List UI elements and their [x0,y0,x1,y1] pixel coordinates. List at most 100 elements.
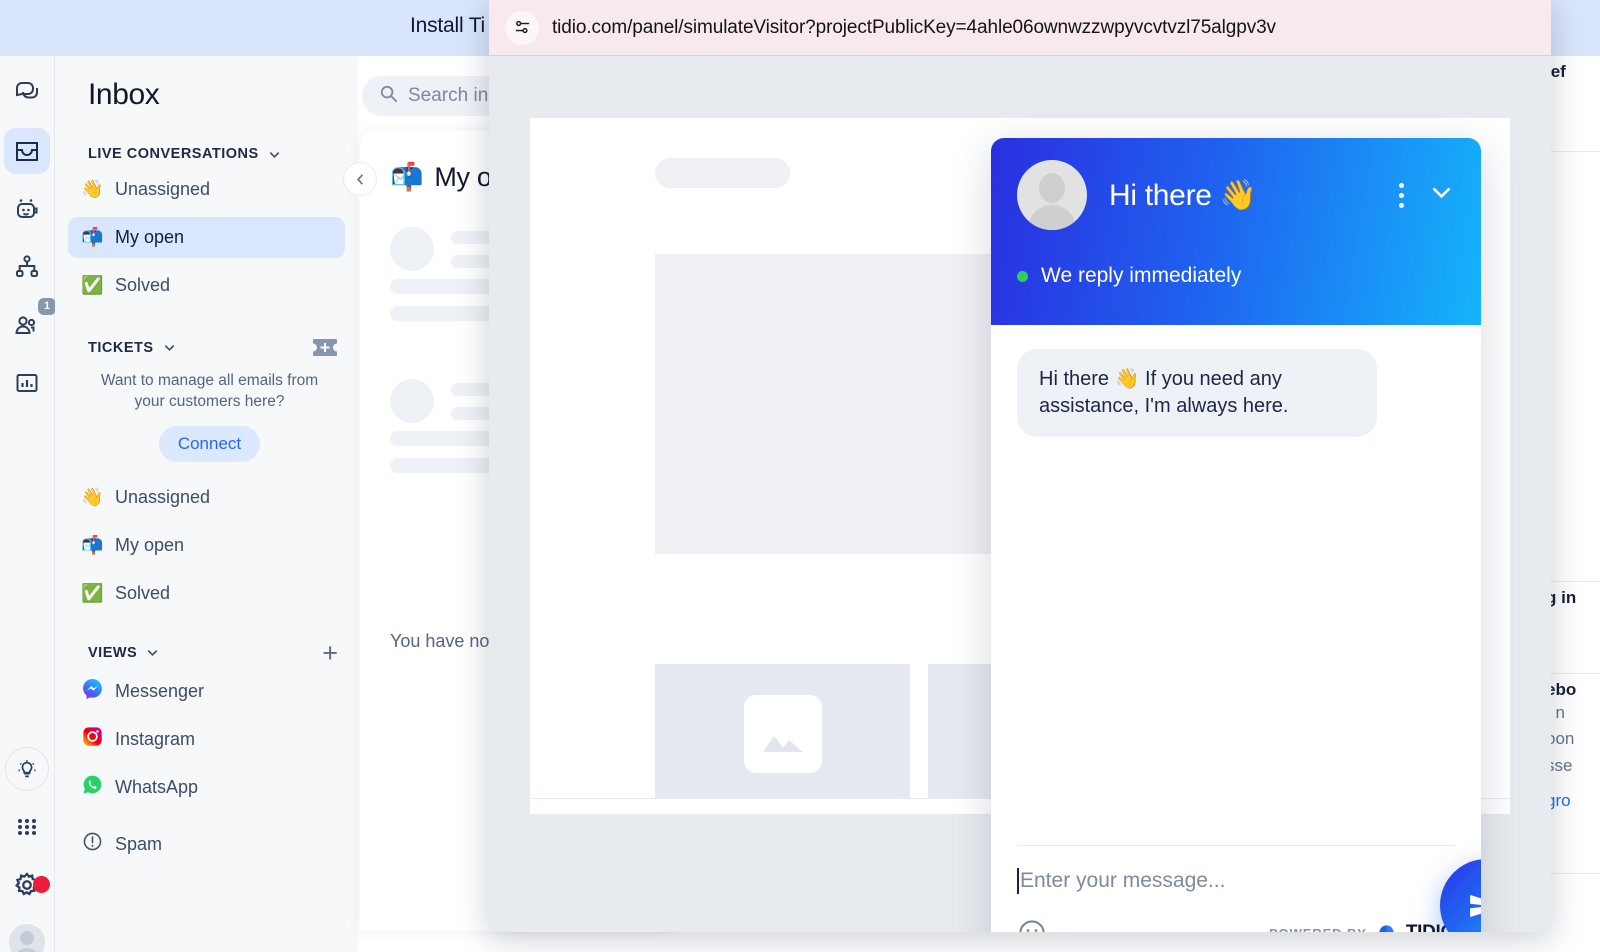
chevron-down-icon[interactable] [145,645,160,660]
section-title: LIVE CONVERSATIONS [88,146,259,162]
chats-icon[interactable] [4,70,50,116]
visitor-simulator-window: tidio.com/panel/simulateVisitor?projectP… [489,0,1551,932]
section-live-conversations[interactable]: LIVE CONVERSATIONS [55,146,358,162]
skeleton-avatar [390,379,434,423]
section-title: TICKETS [88,339,154,356]
ticket-item-unassigned[interactable]: 👋 Unassigned [68,477,345,518]
contacts-badge: 1 [38,298,56,315]
section-views[interactable]: VIEWS + [55,639,358,666]
right-heading: ebo [1546,680,1577,699]
right-link[interactable]: gro [1546,791,1600,811]
chat-widget: Hi there 👋 We reply immediately Hi there… [991,138,1481,932]
lightbulb-icon[interactable] [4,746,50,792]
url-text: tidio.com/panel/simulateVisitor?projectP… [552,16,1276,38]
skeleton-avatar [390,227,434,271]
tickets-promo: Want to manage all emails from your cust… [85,371,334,462]
status-text: We reply immediately [1041,264,1242,287]
apps-grid-icon[interactable] [4,804,50,850]
mailbox-emoji-icon: 📬 [81,227,104,247]
message-input[interactable]: Enter your message... [1017,868,1455,894]
send-icon [1469,894,1481,917]
browser-address-bar[interactable]: tidio.com/panel/simulateVisitor?projectP… [489,0,1551,56]
add-view-icon[interactable]: + [322,639,338,666]
wave-emoji-icon: 👋 [81,179,104,199]
analytics-icon[interactable] [4,360,50,406]
check-emoji-icon: ✅ [81,275,104,295]
tickets-promo-text: Want to manage all emails from your cust… [100,372,319,410]
mailbox-emoji-icon: 📬 [390,162,424,192]
chevron-down-icon[interactable] [1428,179,1455,211]
operator-avatar [1017,160,1087,230]
add-ticket-icon[interactable] [312,338,338,357]
sidebar-item-label: Messenger [115,680,205,701]
wave-emoji-icon: 👋 [81,486,104,507]
page-title: Inbox [88,78,160,111]
contacts-icon[interactable]: 1 [4,298,56,348]
gear-icon[interactable] [4,862,50,908]
view-item-instagram[interactable]: Instagram [68,719,345,760]
avatar[interactable] [9,924,45,952]
divider [1017,845,1455,846]
chat-widget-header: Hi there 👋 We reply immediately [991,138,1481,325]
sidebar-item-label: WhatsApp [115,776,199,797]
sidebar-item-solved[interactable]: ✅ Solved [68,265,345,306]
text-caret [1017,868,1019,894]
search-placeholder: Search in I [408,85,499,106]
sidebar-item-label: Solved [115,582,171,603]
screen: Install Ti 1 Inbox LIVE CONVERSATIONS 👋 … [0,0,1600,952]
nav-rail: 1 [0,56,56,952]
mailbox-emoji-icon: 📬 [81,534,104,555]
view-item-whatsapp[interactable]: WhatsApp [68,767,345,808]
chevron-down-icon[interactable] [162,340,177,355]
chat-message-bubble: Hi there 👋 If you need any assistance, I… [1017,349,1377,437]
section-tickets[interactable]: TICKETS [55,338,358,357]
sidebar-item-label: Unassigned [115,179,211,199]
image-icon [743,695,822,773]
site-settings-icon[interactable] [505,10,539,45]
check-emoji-icon: ✅ [81,582,104,603]
right-text: sse [1546,755,1573,775]
inbox-icon[interactable] [4,128,50,174]
messenger-icon [81,678,103,704]
sidebar-item-label: Instagram [115,728,196,749]
view-item-messenger[interactable]: Messenger [68,671,345,712]
instagram-icon [81,726,103,752]
powered-by: POWERED BY TIDIO [1269,921,1455,932]
smiley-icon[interactable] [1017,918,1047,932]
chat-widget-title: Hi there 👋 [1109,178,1257,212]
view-item-spam[interactable]: Spam [68,824,345,865]
tidio-logo-icon [1376,921,1397,932]
powered-by-label: POWERED BY [1269,926,1367,933]
empty-state-text: You have no [390,631,490,651]
message-input-placeholder: Enter your message... [1020,869,1226,892]
kebab-menu-icon[interactable] [1399,182,1404,208]
ticket-item-solved[interactable]: ✅ Solved [68,573,345,614]
sidebar-item-label: My open [115,227,185,247]
right-text: t n [1546,703,1565,722]
simulated-page: Hi there 👋 We reply immediately Hi there… [489,56,1551,932]
connect-button[interactable]: Connect [158,425,261,462]
chat-message-list: Hi there 👋 If you need any assistance, I… [991,325,1481,845]
sidebar-item-label: Spam [115,833,163,854]
chevron-down-icon[interactable] [267,147,282,162]
collapse-panel-button[interactable] [343,162,377,196]
bot-icon[interactable] [4,186,50,232]
flows-icon[interactable] [4,244,50,290]
sidebar-item-my-open[interactable]: 📬 My open [68,217,345,258]
inbox-sidebar: Inbox LIVE CONVERSATIONS 👋 Unassigned 📬 … [55,56,358,952]
install-banner-text: Install Ti [410,14,486,37]
sidebar-item-label: Solved [115,275,171,295]
section-title: VIEWS [88,644,138,661]
right-text: oon [1546,729,1575,749]
ticket-item-my-open[interactable]: 📬 My open [68,525,345,566]
mock-image-placeholder [655,664,910,804]
conversation-list-title: My o [434,161,492,192]
online-status-dot [1017,270,1028,282]
sidebar-item-label: Unassigned [115,486,211,507]
settings-alert-dot [33,876,50,893]
spam-warning-icon [81,831,103,857]
sidebar-item-unassigned[interactable]: 👋 Unassigned [68,169,345,210]
mock-logo-placeholder [655,158,790,188]
whatsapp-icon [81,774,103,800]
sidebar-item-label: My open [115,534,185,555]
